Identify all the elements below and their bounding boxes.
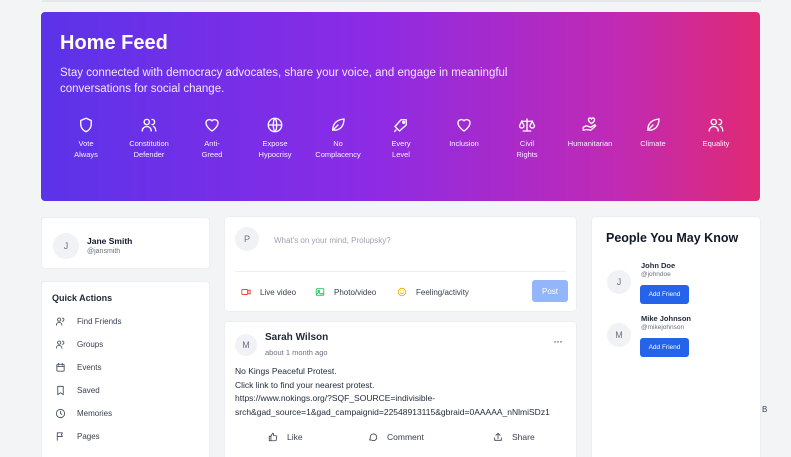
video-icon bbox=[241, 289, 251, 295]
category-equality[interactable]: Equality bbox=[679, 116, 753, 149]
home-feed-hero: Home Feed Stay connected with democracy … bbox=[41, 12, 760, 201]
profile-handle: @jansmith bbox=[87, 248, 121, 255]
quick-actions-title: Quick Actions bbox=[52, 293, 113, 303]
smile-icon bbox=[397, 287, 407, 297]
share-button[interactable]: Share bbox=[493, 432, 535, 442]
share-icon bbox=[494, 432, 502, 441]
quick-action-label: Find Friends bbox=[77, 317, 122, 326]
feed-post: M Sarah Wilson about 1 month ago ··· No … bbox=[224, 321, 577, 457]
page-title: Home Feed bbox=[60, 32, 168, 54]
post-line: Click link to find your nearest protest. bbox=[235, 379, 375, 390]
avatar: P bbox=[235, 227, 259, 251]
top-divider bbox=[42, 0, 761, 2]
avatar: J bbox=[53, 233, 79, 259]
quick-action-label: Saved bbox=[77, 386, 100, 395]
profile-name: Jane Smith bbox=[87, 236, 133, 246]
globe-icon bbox=[267, 117, 283, 133]
quick-action-events[interactable]: Events bbox=[55, 362, 101, 373]
users-icon bbox=[55, 317, 65, 326]
clock-icon bbox=[55, 408, 66, 419]
flag-icon bbox=[56, 432, 63, 441]
quick-action-memories[interactable]: Memories bbox=[55, 408, 112, 419]
like-button[interactable]: Like bbox=[268, 432, 303, 442]
quick-action-saved[interactable]: Saved bbox=[55, 385, 100, 396]
users-icon bbox=[55, 340, 65, 349]
heart-icon bbox=[205, 118, 219, 132]
live-video-label: Live video bbox=[260, 287, 297, 297]
quick-action-label: Groups bbox=[77, 340, 104, 349]
tag-icon bbox=[393, 119, 407, 133]
calendar-icon bbox=[56, 362, 65, 372]
quick-action-label: Memories bbox=[77, 409, 113, 418]
post-body: No Kings Peaceful Protest. Click link to… bbox=[235, 365, 575, 419]
people-you-may-know: People You May Know J John Doe @johndoe … bbox=[591, 216, 761, 457]
post-button[interactable]: Post bbox=[532, 280, 568, 302]
post-link[interactable]: srch&gad_source=1&gad_campaignid=2254891… bbox=[235, 406, 575, 420]
post-author[interactable]: Sarah Wilson bbox=[265, 332, 328, 343]
category-label: Equality bbox=[702, 139, 730, 148]
quick-actions-panel: Quick Actions Find Friends Groups Events… bbox=[41, 281, 210, 457]
bookmark-icon bbox=[57, 385, 64, 396]
shield-icon bbox=[80, 117, 92, 133]
post-composer: P What's on your mind, Prolupsky? Live v… bbox=[224, 216, 577, 312]
avatar: J bbox=[607, 270, 631, 294]
scales-icon bbox=[518, 118, 536, 132]
thumbs-up-icon bbox=[268, 432, 278, 442]
hand-heart-icon bbox=[582, 117, 597, 131]
post-timestamp: about 1 month ago bbox=[265, 348, 328, 357]
users-icon bbox=[708, 118, 724, 132]
suggested-person-handle: @mikejohnson bbox=[641, 324, 685, 331]
quick-action-groups[interactable]: Groups bbox=[55, 339, 103, 350]
category-list: Vote Always Constitution Defender Anti- … bbox=[66, 116, 756, 176]
add-friend-button[interactable]: Add Friend bbox=[640, 285, 689, 304]
like-label: Like bbox=[287, 432, 303, 442]
suggested-person-name[interactable]: John Doe bbox=[641, 261, 675, 270]
avatar: M bbox=[235, 334, 257, 356]
quick-action-label: Events bbox=[77, 363, 102, 372]
post-input[interactable]: What's on your mind, Prolupsky? bbox=[274, 236, 391, 245]
photo-video-label: Photo/video bbox=[334, 287, 377, 297]
more-options-button[interactable]: ··· bbox=[553, 334, 563, 348]
suggested-person-name[interactable]: Mike Johnson bbox=[641, 314, 691, 323]
leaf-icon bbox=[647, 118, 660, 131]
comment-label: Comment bbox=[387, 432, 424, 442]
users-icon bbox=[141, 118, 157, 132]
people-you-may-know-title: People You May Know bbox=[606, 231, 739, 245]
composer-divider bbox=[235, 271, 566, 272]
clipped-edge-text: B bbox=[762, 405, 768, 414]
comment-button[interactable]: Comment bbox=[368, 432, 424, 442]
hero-subtitle: Stay connected with democracy advocates,… bbox=[60, 67, 508, 95]
post-link[interactable]: https://www.nokings.org/?SQF_SOURCE=indi… bbox=[235, 392, 575, 406]
quick-action-label: Pages bbox=[77, 432, 100, 441]
heart-icon bbox=[457, 118, 471, 132]
leaf-icon bbox=[332, 118, 345, 131]
share-label: Share bbox=[512, 432, 535, 442]
live-video-button[interactable]: Live video bbox=[241, 287, 296, 297]
add-friend-button[interactable]: Add Friend bbox=[640, 338, 689, 357]
avatar: M bbox=[607, 323, 631, 347]
feeling-activity-label: Feeling/activity bbox=[416, 287, 469, 297]
post-line: No Kings Peaceful Protest. bbox=[235, 366, 337, 376]
suggested-person-handle: @johndoe bbox=[641, 271, 671, 278]
comment-icon bbox=[369, 433, 378, 442]
quick-action-find-friends[interactable]: Find Friends bbox=[55, 316, 121, 327]
profile-card[interactable]: J Jane Smith @jansmith bbox=[41, 217, 210, 269]
feeling-activity-button[interactable]: Feeling/activity bbox=[397, 287, 469, 297]
image-icon bbox=[315, 288, 325, 296]
quick-action-pages[interactable]: Pages bbox=[55, 431, 100, 442]
photo-video-button[interactable]: Photo/video bbox=[315, 287, 376, 297]
